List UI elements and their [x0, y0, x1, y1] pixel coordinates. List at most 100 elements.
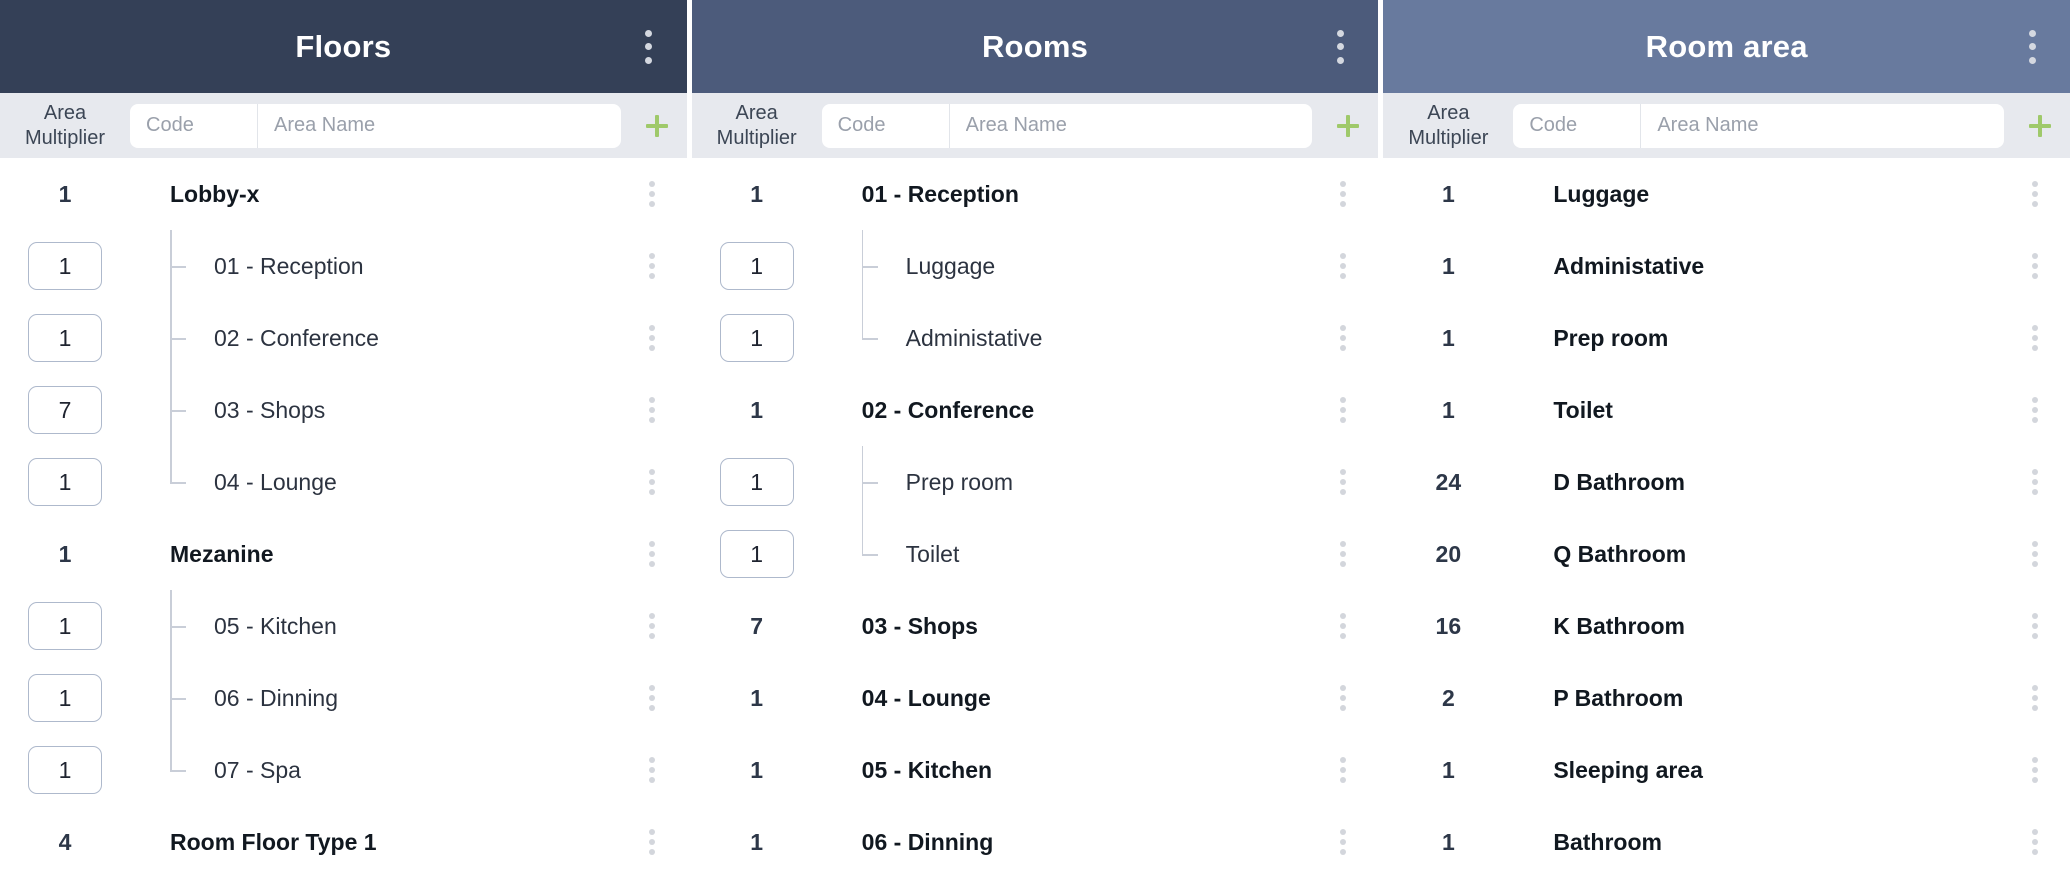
multiplier-cell: 1: [1383, 757, 1513, 784]
row-label: Mezanine: [170, 540, 274, 567]
table-row[interactable]: 1 Prep room: [1383, 302, 2070, 374]
kebab-menu-icon[interactable]: [648, 325, 655, 351]
table-row[interactable]: 1 Administative: [1383, 230, 2070, 302]
kebab-menu-icon[interactable]: [2032, 685, 2039, 711]
kebab-menu-icon[interactable]: [2032, 181, 2039, 207]
plus-icon[interactable]: [2010, 111, 2070, 141]
kebab-menu-icon[interactable]: [2032, 757, 2039, 783]
kebab-menu-icon[interactable]: [1340, 757, 1347, 783]
table-row[interactable]: 20 Q Bathroom: [1383, 518, 2070, 590]
multiplier-input[interactable]: 1: [28, 674, 102, 722]
kebab-menu-icon[interactable]: [648, 829, 655, 855]
table-row[interactable]: 1 Toilet: [692, 518, 1379, 590]
multiplier-cell: 1: [1383, 397, 1513, 424]
kebab-menu-icon[interactable]: [648, 541, 655, 567]
table-row[interactable]: 1 Mezanine: [0, 518, 687, 590]
multiplier-input[interactable]: 1: [28, 746, 102, 794]
kebab-menu-icon[interactable]: [648, 685, 655, 711]
kebab-menu-icon[interactable]: [1340, 541, 1347, 567]
plus-icon[interactable]: [1318, 111, 1378, 141]
kebab-menu-icon[interactable]: [2032, 613, 2039, 639]
kebab-menu-icon[interactable]: [1340, 829, 1347, 855]
row-label: 04 - Lounge: [861, 684, 991, 711]
multiplier-cell: 1: [1383, 181, 1513, 208]
code-input[interactable]: [1513, 103, 1642, 148]
kebab-menu-icon[interactable]: [648, 181, 655, 207]
row-list: 1 Luggage 1 Administative 1 Prep room 1 Toilet 2…: [1383, 158, 2070, 878]
kebab-menu-icon[interactable]: [1340, 613, 1347, 639]
table-row[interactable]: 1 05 - Kitchen: [0, 590, 687, 662]
label-cell: K Bathroom: [1513, 590, 2000, 662]
row-label: Lobby-x: [170, 180, 260, 207]
kebab-menu-icon[interactable]: [2032, 829, 2039, 855]
kebab-menu-icon[interactable]: [1336, 29, 1344, 64]
row-label: 01 - Reception: [861, 180, 1019, 207]
kebab-menu-icon[interactable]: [1340, 469, 1347, 495]
row-label: 02 - Conference: [214, 324, 379, 351]
table-row[interactable]: 1 07 - Spa: [0, 734, 687, 806]
table-row[interactable]: 1 Luggage: [1383, 158, 2070, 230]
multiplier-input[interactable]: 1: [28, 602, 102, 650]
kebab-menu-icon[interactable]: [648, 613, 655, 639]
table-row[interactable]: 7 03 - Shops: [0, 374, 687, 446]
table-row[interactable]: 4 Room Floor Type 1: [0, 806, 687, 878]
table-row[interactable]: 2 P Bathroom: [1383, 662, 2070, 734]
table-row[interactable]: 1 Lobby-x: [0, 158, 687, 230]
code-input[interactable]: [130, 103, 258, 148]
table-row[interactable]: 1 01 - Reception: [692, 158, 1379, 230]
multiplier-value: 20: [1435, 540, 1462, 567]
kebab-menu-icon[interactable]: [648, 397, 655, 423]
kebab-menu-icon[interactable]: [2032, 469, 2039, 495]
kebab-menu-icon[interactable]: [1340, 397, 1347, 423]
table-row[interactable]: 1 Toilet: [1383, 374, 2070, 446]
area-name-input[interactable]: [1641, 103, 2005, 148]
table-row[interactable]: 7 03 - Shops: [692, 590, 1379, 662]
table-row[interactable]: 1 Luggage: [692, 230, 1379, 302]
table-row[interactable]: 1 Prep room: [692, 446, 1379, 518]
label-cell: Sleeping area: [1513, 734, 2000, 806]
plus-icon[interactable]: [627, 111, 687, 141]
table-row[interactable]: 1 06 - Dinning: [0, 662, 687, 734]
table-row[interactable]: 1 04 - Lounge: [692, 662, 1379, 734]
area-name-input[interactable]: [258, 103, 621, 148]
kebab-menu-icon[interactable]: [2032, 253, 2039, 279]
tree-connector-icon: [170, 590, 192, 662]
table-row[interactable]: 1 05 - Kitchen: [692, 734, 1379, 806]
table-row[interactable]: 1 06 - Dinning: [692, 806, 1379, 878]
row-label: 05 - Kitchen: [214, 612, 337, 639]
row-menu-cell: [617, 253, 687, 279]
kebab-menu-icon[interactable]: [1340, 253, 1347, 279]
multiplier-input[interactable]: 1: [28, 242, 102, 290]
kebab-menu-icon[interactable]: [2028, 29, 2036, 64]
kebab-menu-icon[interactable]: [1340, 181, 1347, 207]
kebab-menu-icon[interactable]: [2032, 397, 2039, 423]
kebab-menu-icon[interactable]: [648, 469, 655, 495]
multiplier-input[interactable]: 1: [719, 458, 794, 506]
table-row[interactable]: 24 D Bathroom: [1383, 446, 2070, 518]
table-row[interactable]: 1 Administative: [692, 302, 1379, 374]
multiplier-input[interactable]: 1: [719, 314, 794, 362]
table-row[interactable]: 1 02 - Conference: [0, 302, 687, 374]
table-row[interactable]: 1 04 - Lounge: [0, 446, 687, 518]
area-name-input[interactable]: [949, 103, 1313, 148]
kebab-menu-icon[interactable]: [648, 757, 655, 783]
table-row[interactable]: 1 02 - Conference: [692, 374, 1379, 446]
kebab-menu-icon[interactable]: [2032, 541, 2039, 567]
table-row[interactable]: 16 K Bathroom: [1383, 590, 2070, 662]
multiplier-input[interactable]: 1: [28, 314, 102, 362]
label-cell: 06 - Dinning: [130, 662, 617, 734]
multiplier-input[interactable]: 1: [719, 530, 794, 578]
row-label: Bathroom: [1553, 828, 1662, 855]
multiplier-input[interactable]: 1: [719, 242, 794, 290]
multiplier-input[interactable]: 1: [28, 458, 102, 506]
kebab-menu-icon[interactable]: [2032, 325, 2039, 351]
table-row[interactable]: 1 Sleeping area: [1383, 734, 2070, 806]
kebab-menu-icon[interactable]: [1340, 685, 1347, 711]
kebab-menu-icon[interactable]: [1340, 325, 1347, 351]
code-input[interactable]: [821, 103, 950, 148]
kebab-menu-icon[interactable]: [648, 253, 655, 279]
table-row[interactable]: 1 Bathroom: [1383, 806, 2070, 878]
table-row[interactable]: 1 01 - Reception: [0, 230, 687, 302]
multiplier-input[interactable]: 7: [28, 386, 102, 434]
kebab-menu-icon[interactable]: [645, 29, 653, 64]
